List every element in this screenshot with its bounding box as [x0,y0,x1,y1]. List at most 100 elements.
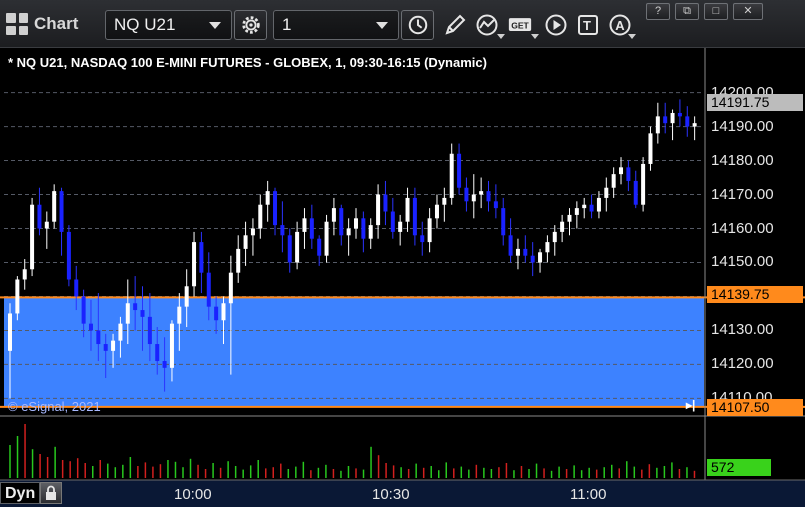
candle-body [133,303,138,311]
price-tick-label: 14160.00 [711,219,774,237]
candle-body [368,225,373,239]
candle-body [354,218,358,229]
band-bottom-tag: 14107.50 [707,399,803,416]
candle-body [81,296,86,324]
candle-body [287,235,292,263]
scroll-to-end-button[interactable]: ▸| [686,398,695,412]
candle-body [655,116,660,134]
candle-body [331,208,336,222]
lock-icon [46,485,57,500]
settings-button[interactable] [234,10,267,40]
candle-body [206,272,211,307]
time-button[interactable] [401,10,434,40]
volume-value-tag: 572 [707,459,771,476]
candle-body [258,204,263,229]
chart-area[interactable]: * NQ U21, NASDAQ 100 E-MINI FUTURES - GL… [0,48,805,507]
candle-body [236,248,241,273]
alert-label: A [615,18,625,33]
candle-body [74,279,79,297]
candle-body [508,235,513,256]
candle-body [243,235,248,249]
restore-button[interactable]: ⧉ [675,3,699,20]
alert-dropdown-icon[interactable] [628,34,636,39]
interval-value: 1 [282,15,292,34]
candle-body [420,235,425,243]
candle-body [641,163,646,205]
chart-toolbar: Chart NQ U21 1 GET T A ? ⧉ □ ✕ [0,0,805,48]
draw-button[interactable] [440,10,470,40]
candle-body [471,194,476,202]
play-icon [545,14,567,36]
candle-body [648,133,653,164]
candle-body [88,323,93,331]
candle-body [125,303,130,324]
interval-select[interactable]: 1 [273,10,399,40]
candle-body [228,272,233,304]
candle-body [390,211,395,232]
candle-body [442,197,447,205]
get-dropdown-icon[interactable] [531,34,539,39]
candle-body [405,197,410,222]
grid-icon [6,13,28,35]
price-tick-label: 14150.00 [711,253,774,271]
candle-body [457,153,462,188]
candle-body [560,221,565,232]
maximize-button[interactable]: □ [704,3,728,20]
candle-body [317,238,322,256]
candle-body [427,218,432,243]
candle-body [118,323,123,341]
candle-body [8,313,12,351]
symbol-value: NQ U21 [114,15,176,34]
symbol-select[interactable]: NQ U21 [105,10,232,40]
candle-body [302,218,307,232]
lock-button[interactable] [40,481,63,504]
candle-body [376,194,381,226]
candle-body [626,167,631,181]
candle-body [324,221,329,256]
text-tool-button[interactable]: T [573,10,603,40]
close-button[interactable]: ✕ [733,3,763,20]
time-tick-label: 11:00 [570,486,607,503]
candle-body [339,208,344,236]
help-button[interactable]: ? [646,3,670,20]
candle-body [30,204,35,270]
studies-icon [476,14,498,36]
candle-body [670,112,675,124]
gear-icon [241,16,260,34]
candle-body [582,204,587,209]
candle-body [361,218,366,239]
candle-body [464,187,469,202]
get-icon: GET [508,18,532,31]
candle-body [346,228,351,236]
candle-body [552,231,557,243]
candle-body [692,123,697,127]
candle-body [184,286,189,307]
candle-body [59,191,64,232]
dynamic-mode-label[interactable]: Dyn [0,481,41,504]
candle-body [221,303,226,321]
candle-body [633,180,638,205]
candle-body [22,269,27,280]
candle-body [295,231,300,263]
studies-dropdown-icon[interactable] [497,34,505,39]
candle-body [309,218,314,239]
time-tick-label: 10:30 [372,486,410,503]
candle-body [685,116,690,127]
candle-body [44,221,49,229]
candle-body [538,252,543,263]
candle-body [486,191,491,202]
last-price-tag: 14191.75 [707,94,803,111]
candle-body [493,201,498,209]
replay-button[interactable] [541,10,571,40]
candle-body [434,204,439,219]
candle-body [265,191,270,205]
candle-body [663,116,668,124]
candle-body [574,208,579,215]
clock-icon [408,15,427,35]
pencil-icon [445,14,466,35]
price-chart[interactable] [0,48,805,507]
candle-body [412,197,417,236]
app-title-label: Chart [34,14,79,33]
candle-body [273,191,278,226]
candle-body [530,255,535,263]
